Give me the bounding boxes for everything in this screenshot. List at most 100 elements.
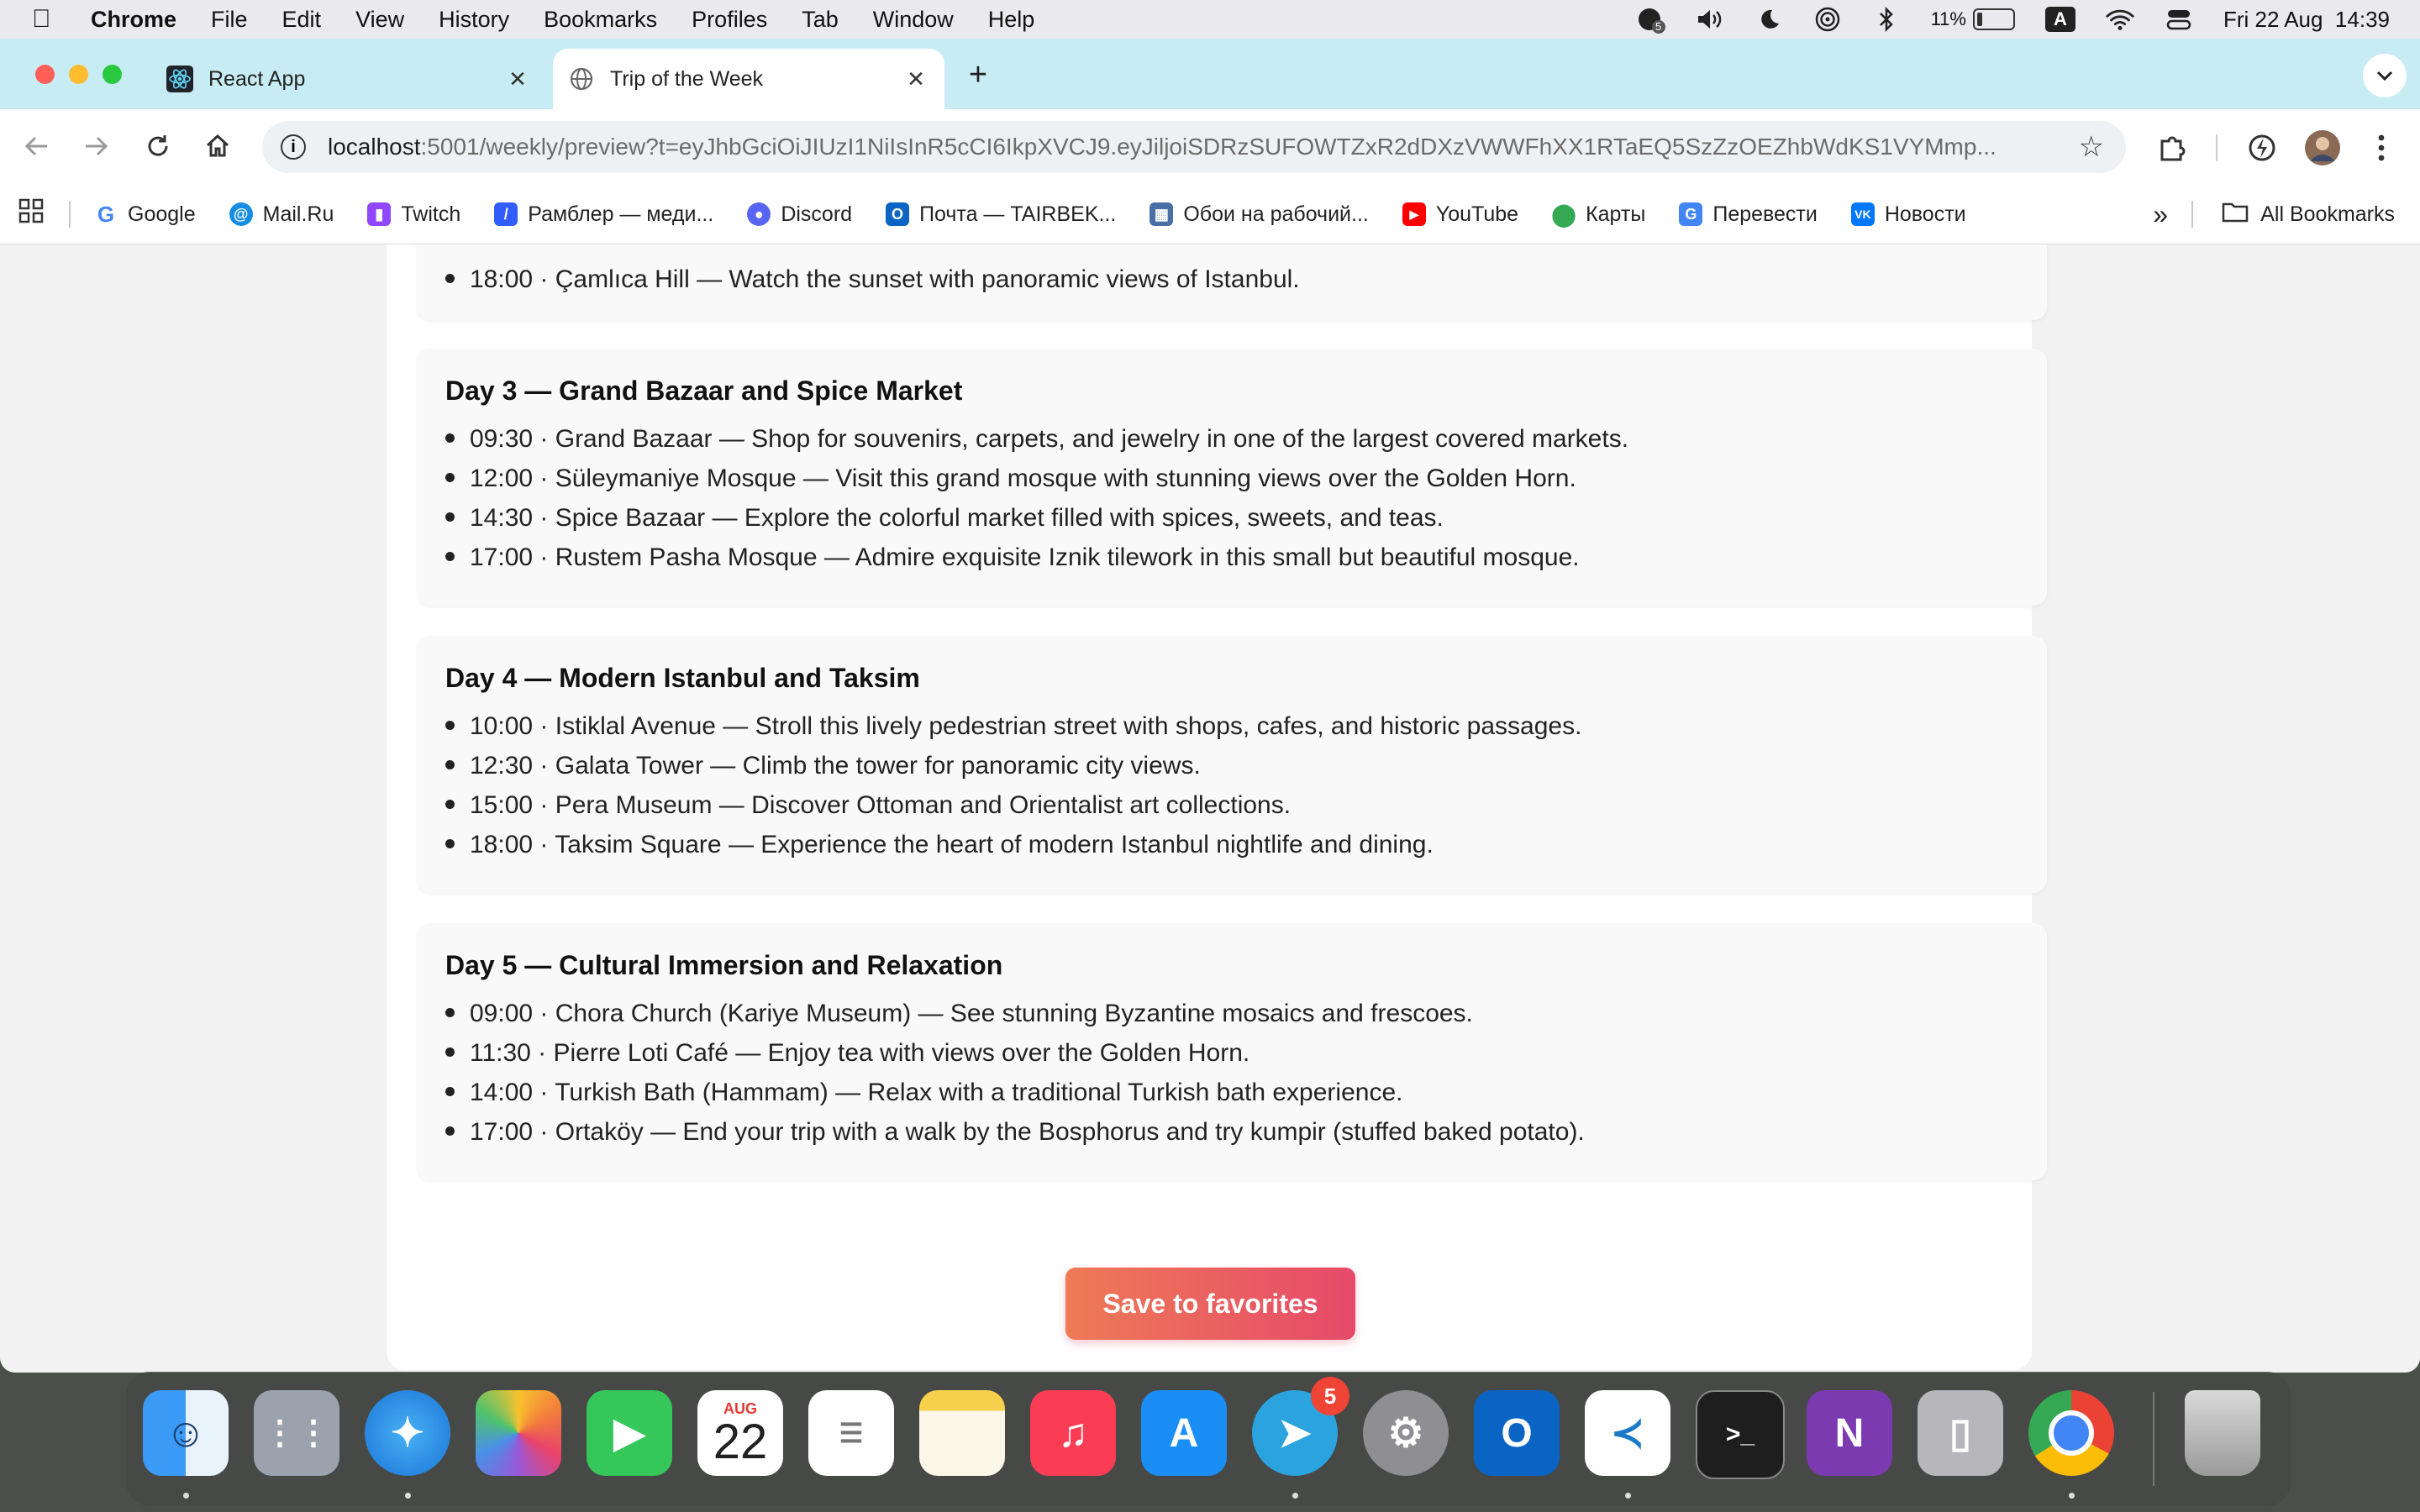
tab-react-app[interactable]: React App ✕ — [151, 49, 546, 109]
notes-icon[interactable] — [919, 1390, 1005, 1476]
react-icon — [166, 66, 193, 92]
save-to-favorites-button[interactable]: Save to favorites — [1065, 1268, 1355, 1340]
day-activity-list: 09:30 · Grand Bazaar — Shop for souvenir… — [445, 419, 1628, 577]
tab-trip-of-the-week[interactable]: Trip of the Week ✕ — [553, 49, 944, 109]
day-card-5: Day 5 — Cultural Immersion and Relaxatio… — [417, 923, 2047, 1180]
all-bookmarks-button[interactable]: All Bookmarks — [2222, 201, 2395, 228]
wifi-icon[interactable] — [2106, 7, 2134, 32]
day-activity-list: 09:00 · Chora Church (Kariye Museum) — S… — [445, 994, 1585, 1152]
chrome-icon[interactable] — [2028, 1390, 2114, 1476]
bookmark-discord[interactable]: ● Discord — [747, 202, 852, 227]
appstore-icon[interactable]: A — [1141, 1390, 1227, 1476]
bookmark-outlook-mail[interactable]: O Почта — TAIRBEK... — [886, 202, 1116, 227]
menu-history[interactable]: History — [439, 7, 509, 33]
bluetooth-icon[interactable] — [1872, 7, 1901, 32]
bookmarks-bar: G Google @ Mail.Ru ▮ Twitch / Рамблер — … — [0, 185, 2420, 244]
day-title: Day 4 — Modern Istanbul and Taksim — [445, 663, 920, 693]
close-tab-icon[interactable]: ✕ — [902, 66, 929, 92]
music-icon[interactable]: ♫ — [1030, 1390, 1116, 1476]
address-bar[interactable]: i localhost :5001/weekly/preview?t=eyJhb… — [262, 121, 2126, 173]
terminal-icon[interactable]: >_ — [1696, 1390, 1785, 1479]
new-tab-button[interactable]: + — [963, 59, 993, 91]
bookmarks-divider — [69, 201, 71, 228]
clock[interactable]: Fri 22 Aug 14:39 — [2223, 7, 2390, 33]
vscode-icon[interactable]: ≺ — [1585, 1390, 1670, 1476]
activity-item: 14:30 · Spice Bazaar — Explore the color… — [445, 498, 1628, 538]
menu-help[interactable]: Help — [988, 7, 1035, 33]
mailru-icon: @ — [229, 202, 253, 226]
battery-percent: 11% — [1930, 8, 1966, 29]
maps-icon: ⬤ — [1551, 201, 1576, 227]
dock-divider — [2153, 1392, 2154, 1486]
forward-button[interactable] — [77, 128, 114, 165]
bookmark-youtube[interactable]: ▶ YouTube — [1402, 202, 1518, 227]
bookmarks-divider — [2191, 201, 2193, 228]
close-window-button[interactable] — [35, 65, 55, 84]
bookmark-wallpapers[interactable]: ▦ Обои на рабочий... — [1150, 202, 1369, 227]
bookmark-star-icon[interactable]: ☆ — [2079, 130, 2104, 164]
moon-icon[interactable] — [1754, 7, 1783, 32]
menu-window[interactable]: Window — [873, 7, 954, 33]
outlook-icon[interactable]: O — [1474, 1390, 1560, 1476]
apple-icon[interactable]:  — [32, 5, 66, 34]
site-info-icon[interactable]: i — [281, 134, 306, 160]
settings-icon[interactable]: ⚙ — [1363, 1390, 1449, 1476]
bookmark-google[interactable]: G Google — [94, 202, 196, 227]
menu-bookmarks[interactable]: Bookmarks — [544, 7, 657, 33]
apps-grid-icon[interactable] — [18, 198, 44, 230]
input-source-indicator[interactable]: A — [2044, 7, 2075, 32]
creative-cloud-icon[interactable]: 5 — [1637, 7, 1665, 34]
control-center-icon[interactable] — [2165, 7, 2193, 32]
bookmark-translate[interactable]: G Перевести — [1679, 202, 1818, 227]
battery-indicator[interactable]: 11% — [1931, 8, 2015, 30]
tab-search-button[interactable] — [2363, 54, 2407, 97]
finder-icon[interactable]: ☺ — [143, 1390, 229, 1476]
extensions-icon[interactable] — [2154, 129, 2191, 166]
telegram-icon[interactable]: ➤ 5 — [1252, 1377, 1349, 1476]
trash-icon[interactable] — [2185, 1390, 2260, 1476]
iphone-mirroring-icon[interactable]: ▯ — [1918, 1390, 2003, 1476]
more-bookmarks-icon[interactable]: » — [2153, 199, 2168, 230]
extension-lightning-icon[interactable] — [2244, 129, 2281, 166]
activity-item: 17:00 · Rustem Pasha Mosque — Admire exq… — [445, 538, 1628, 577]
bookmark-news[interactable]: VK Новости — [1850, 202, 1966, 227]
safari-icon[interactable]: ✦ — [365, 1390, 450, 1476]
bookmark-mailru[interactable]: @ Mail.Ru — [229, 202, 334, 227]
menu-file[interactable]: File — [211, 7, 248, 33]
facetime-icon[interactable]: ▶ — [587, 1390, 672, 1476]
bookmark-twitch[interactable]: ▮ Twitch — [367, 202, 460, 227]
activity-item: 12:00 · Süleymaniye Mosque — Visit this … — [445, 459, 1628, 498]
airdrop-icon[interactable] — [1813, 7, 1842, 32]
tab-title: React App — [208, 66, 306, 91]
menu-view[interactable]: View — [355, 7, 404, 33]
close-tab-icon[interactable]: ✕ — [504, 66, 531, 92]
menu-tab[interactable]: Tab — [802, 7, 839, 33]
back-button[interactable] — [18, 128, 55, 165]
menu-app-name[interactable]: Chrome — [91, 7, 176, 33]
photos-icon[interactable] — [476, 1390, 561, 1476]
launchpad-icon[interactable]: ⋮⋮ — [254, 1390, 339, 1476]
activity-item: 12:30 · Galata Tower — Climb the tower f… — [445, 746, 1581, 785]
minimize-window-button[interactable] — [69, 65, 88, 84]
reload-button[interactable] — [139, 128, 176, 165]
reminders-icon[interactable]: ☰ — [808, 1390, 894, 1476]
activity-item: 17:00 · Ortaköy — End your trip with a w… — [445, 1112, 1585, 1152]
home-button[interactable] — [199, 128, 236, 165]
bookmark-label: Почта — TAIRBEK... — [919, 202, 1117, 226]
zoom-window-button[interactable] — [103, 65, 122, 84]
menu-edit[interactable]: Edit — [282, 7, 322, 33]
all-bookmarks-label: All Bookmarks — [2260, 202, 2395, 226]
onenote-icon[interactable]: N — [1807, 1390, 1892, 1476]
bookmark-maps[interactable]: ⬤ Карты — [1551, 201, 1646, 227]
calendar-icon[interactable]: AUG 22 — [697, 1390, 783, 1476]
more-menu-icon[interactable] — [2363, 129, 2400, 166]
running-indicator — [1625, 1493, 1631, 1499]
running-indicator — [2069, 1493, 2075, 1499]
bookmark-label: Рамблер — меди... — [528, 202, 714, 226]
activity-item: 09:00 · Chora Church (Kariye Museum) — S… — [445, 994, 1585, 1033]
bookmark-rambler[interactable]: / Рамблер — меди... — [494, 202, 713, 227]
profile-avatar[interactable] — [2304, 129, 2341, 166]
volume-icon[interactable] — [1696, 7, 1724, 32]
telegram-badge: 5 — [1311, 1377, 1349, 1415]
menu-profiles[interactable]: Profiles — [692, 7, 767, 33]
